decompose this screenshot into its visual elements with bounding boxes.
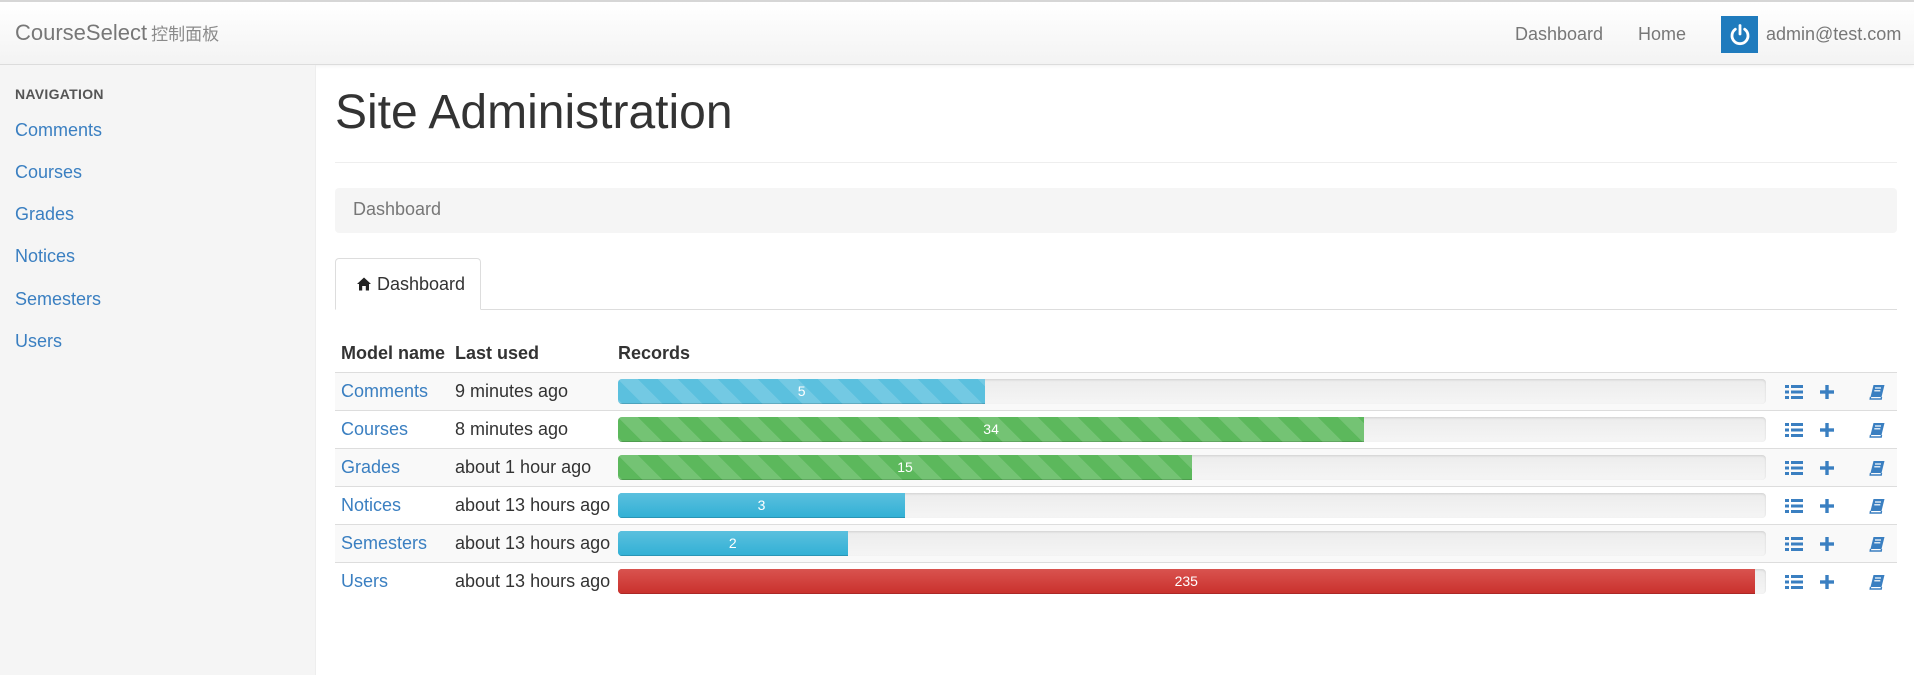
records-progress: 5 (618, 379, 1766, 404)
table-row: Users about 13 hours ago 235 (335, 562, 1897, 600)
tab-divider (335, 309, 1897, 310)
records-progress: 3 (618, 493, 1766, 518)
plus-icon[interactable] (1817, 420, 1837, 440)
model-link[interactable]: Users (341, 571, 388, 592)
model-link[interactable]: Notices (341, 495, 401, 516)
last-used-text: about 13 hours ago (455, 495, 611, 515)
breadcrumb-item: Dashboard (353, 199, 442, 219)
sidebar-header: NAVIGATION (15, 86, 104, 102)
records-progress: 34 (618, 417, 1766, 442)
sidebar-item-users[interactable]: Users (15, 331, 62, 352)
records-bar: 3 (618, 493, 905, 518)
book-icon[interactable] (1867, 496, 1887, 516)
list-icon[interactable] (1784, 458, 1804, 478)
book-icon[interactable] (1867, 420, 1887, 440)
last-used-text: 9 minutes ago (455, 381, 569, 401)
book-icon[interactable] (1867, 572, 1887, 592)
list-icon[interactable] (1784, 572, 1804, 592)
sidebar-item-courses[interactable]: Courses (15, 162, 82, 183)
nav-home-link[interactable]: Home (1638, 24, 1686, 45)
sidebar-item-notices[interactable]: Notices (15, 246, 75, 267)
plus-icon[interactable] (1817, 458, 1837, 478)
model-link[interactable]: Courses (341, 419, 408, 440)
sidebar-item-semesters[interactable]: Semesters (15, 289, 101, 310)
last-used-text: about 13 hours ago (455, 571, 611, 591)
records-bar: 235 (618, 569, 1755, 594)
records-progress: 235 (618, 569, 1766, 594)
home-icon (356, 276, 372, 297)
page-title: Site Administration (335, 86, 733, 139)
last-used-text: about 13 hours ago (455, 533, 611, 553)
table-row: Semesters about 13 hours ago 2 (335, 524, 1897, 562)
plus-icon[interactable] (1817, 496, 1837, 516)
records-bar: 2 (618, 531, 848, 556)
list-icon[interactable] (1784, 534, 1804, 554)
tab-dashboard-label: Dashboard (377, 274, 466, 294)
list-icon[interactable] (1784, 496, 1804, 516)
tab-dashboard[interactable]: Dashboard (335, 258, 481, 310)
brand[interactable]: CourseSelect 控制面板 (15, 20, 219, 46)
table-row: Notices about 13 hours ago 3 (335, 486, 1897, 524)
records-progress: 2 (618, 531, 1766, 556)
records-progress: 15 (618, 455, 1766, 480)
header-last-used: Last used (455, 343, 540, 363)
list-icon[interactable] (1784, 382, 1804, 402)
model-link[interactable]: Comments (341, 381, 428, 402)
records-bar: 34 (618, 417, 1365, 442)
records-bar: 15 (618, 455, 1192, 480)
book-icon[interactable] (1867, 458, 1887, 478)
list-icon[interactable] (1784, 420, 1804, 440)
records-bar: 5 (618, 379, 986, 404)
header-model-name: Model name (341, 343, 446, 363)
nav-dashboard-link[interactable]: Dashboard (1515, 24, 1603, 45)
sidebar-item-grades[interactable]: Grades (15, 204, 74, 225)
table-row: Comments 9 minutes ago 5 (335, 372, 1897, 410)
model-link[interactable]: Grades (341, 457, 400, 478)
breadcrumb: Dashboard (335, 188, 1897, 233)
top-navbar: CourseSelect 控制面板 Dashboard Home admin@te… (0, 0, 1914, 65)
power-icon[interactable] (1721, 16, 1758, 53)
sidebar-item-comments[interactable]: Comments (15, 120, 102, 141)
title-divider (335, 162, 1897, 163)
plus-icon[interactable] (1817, 572, 1837, 592)
plus-icon[interactable] (1817, 382, 1837, 402)
table-row: Courses 8 minutes ago 34 (335, 410, 1897, 448)
brand-subtitle[interactable]: 控制面板 (151, 25, 219, 45)
plus-icon[interactable] (1817, 534, 1837, 554)
user-email-link[interactable]: admin@test.com (1766, 24, 1901, 45)
table-row: Grades about 1 hour ago 15 (335, 448, 1897, 486)
book-icon[interactable] (1867, 382, 1887, 402)
last-used-text: 8 minutes ago (455, 419, 569, 439)
header-records: Records (618, 343, 691, 363)
sidebar: NAVIGATION Comments Courses Grades Notic… (0, 65, 316, 675)
book-icon[interactable] (1867, 534, 1887, 554)
brand-name[interactable]: CourseSelect (15, 20, 147, 45)
last-used-text: about 1 hour ago (455, 457, 592, 477)
model-link[interactable]: Semesters (341, 533, 427, 554)
